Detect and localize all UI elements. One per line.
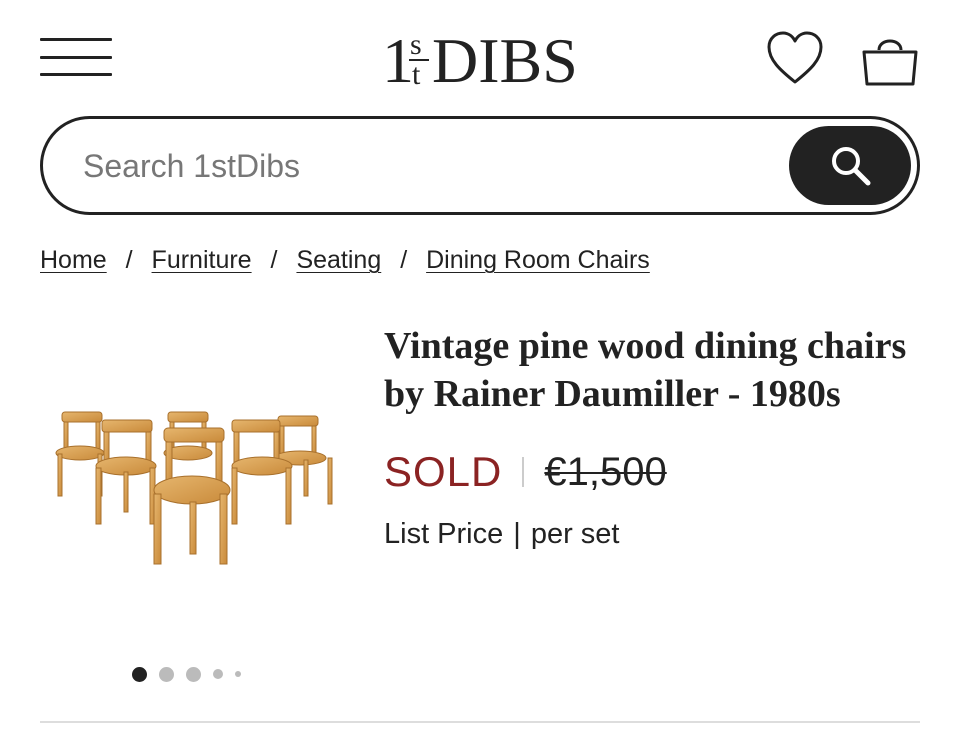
breadcrumb-furniture[interactable]: Furniture <box>152 246 252 274</box>
carousel-dot[interactable] <box>186 666 201 682</box>
logo-wordmark: 1 s t DIBS <box>382 25 578 96</box>
section-divider <box>40 721 920 723</box>
svg-text:t: t <box>412 58 421 91</box>
breadcrumb-home[interactable]: Home <box>40 246 107 274</box>
svg-text:DIBS: DIBS <box>432 25 578 96</box>
price-unit-label: per set <box>530 518 620 550</box>
price-divider <box>522 457 525 487</box>
carousel-dot-active[interactable] <box>132 666 147 682</box>
product-title: Vintage pine wood dining chairs by Raine… <box>384 325 907 415</box>
search-bar <box>40 116 920 215</box>
breadcrumb-seating[interactable]: Seating <box>296 246 381 274</box>
carousel-dot[interactable] <box>159 666 174 682</box>
breadcrumb-separator: / <box>125 246 133 274</box>
hamburger-menu-icon[interactable] <box>40 38 112 78</box>
carousel-dot[interactable] <box>235 671 241 677</box>
carousel-dot[interactable] <box>213 669 223 679</box>
list-price-label: List Price <box>384 518 504 550</box>
breadcrumb: Home / Furniture / Seating / Dining Room… <box>40 246 650 275</box>
carousel-dots <box>132 665 241 683</box>
heart-icon[interactable] <box>766 30 824 88</box>
six-pine-chairs-photo <box>55 411 333 565</box>
search-icon <box>832 147 871 186</box>
price-note: List Price | per set <box>384 518 619 551</box>
svg-text:s: s <box>410 28 422 61</box>
breadcrumb-separator: / <box>270 246 278 274</box>
breadcrumb-dining-room-chairs[interactable]: Dining Room Chairs <box>426 246 650 274</box>
search-button[interactable] <box>789 126 911 205</box>
sold-status-label: SOLD <box>384 448 503 495</box>
site-logo[interactable]: 1 s t DIBS <box>382 20 582 96</box>
shopping-bag-icon[interactable] <box>860 30 920 88</box>
breadcrumb-separator: / <box>400 246 408 274</box>
price-note-separator: | <box>513 518 521 550</box>
original-price: €1,500 <box>544 449 667 494</box>
price-row: SOLD €1,500 <box>384 446 667 498</box>
product-image[interactable] <box>40 398 340 573</box>
search-input[interactable] <box>83 141 783 191</box>
